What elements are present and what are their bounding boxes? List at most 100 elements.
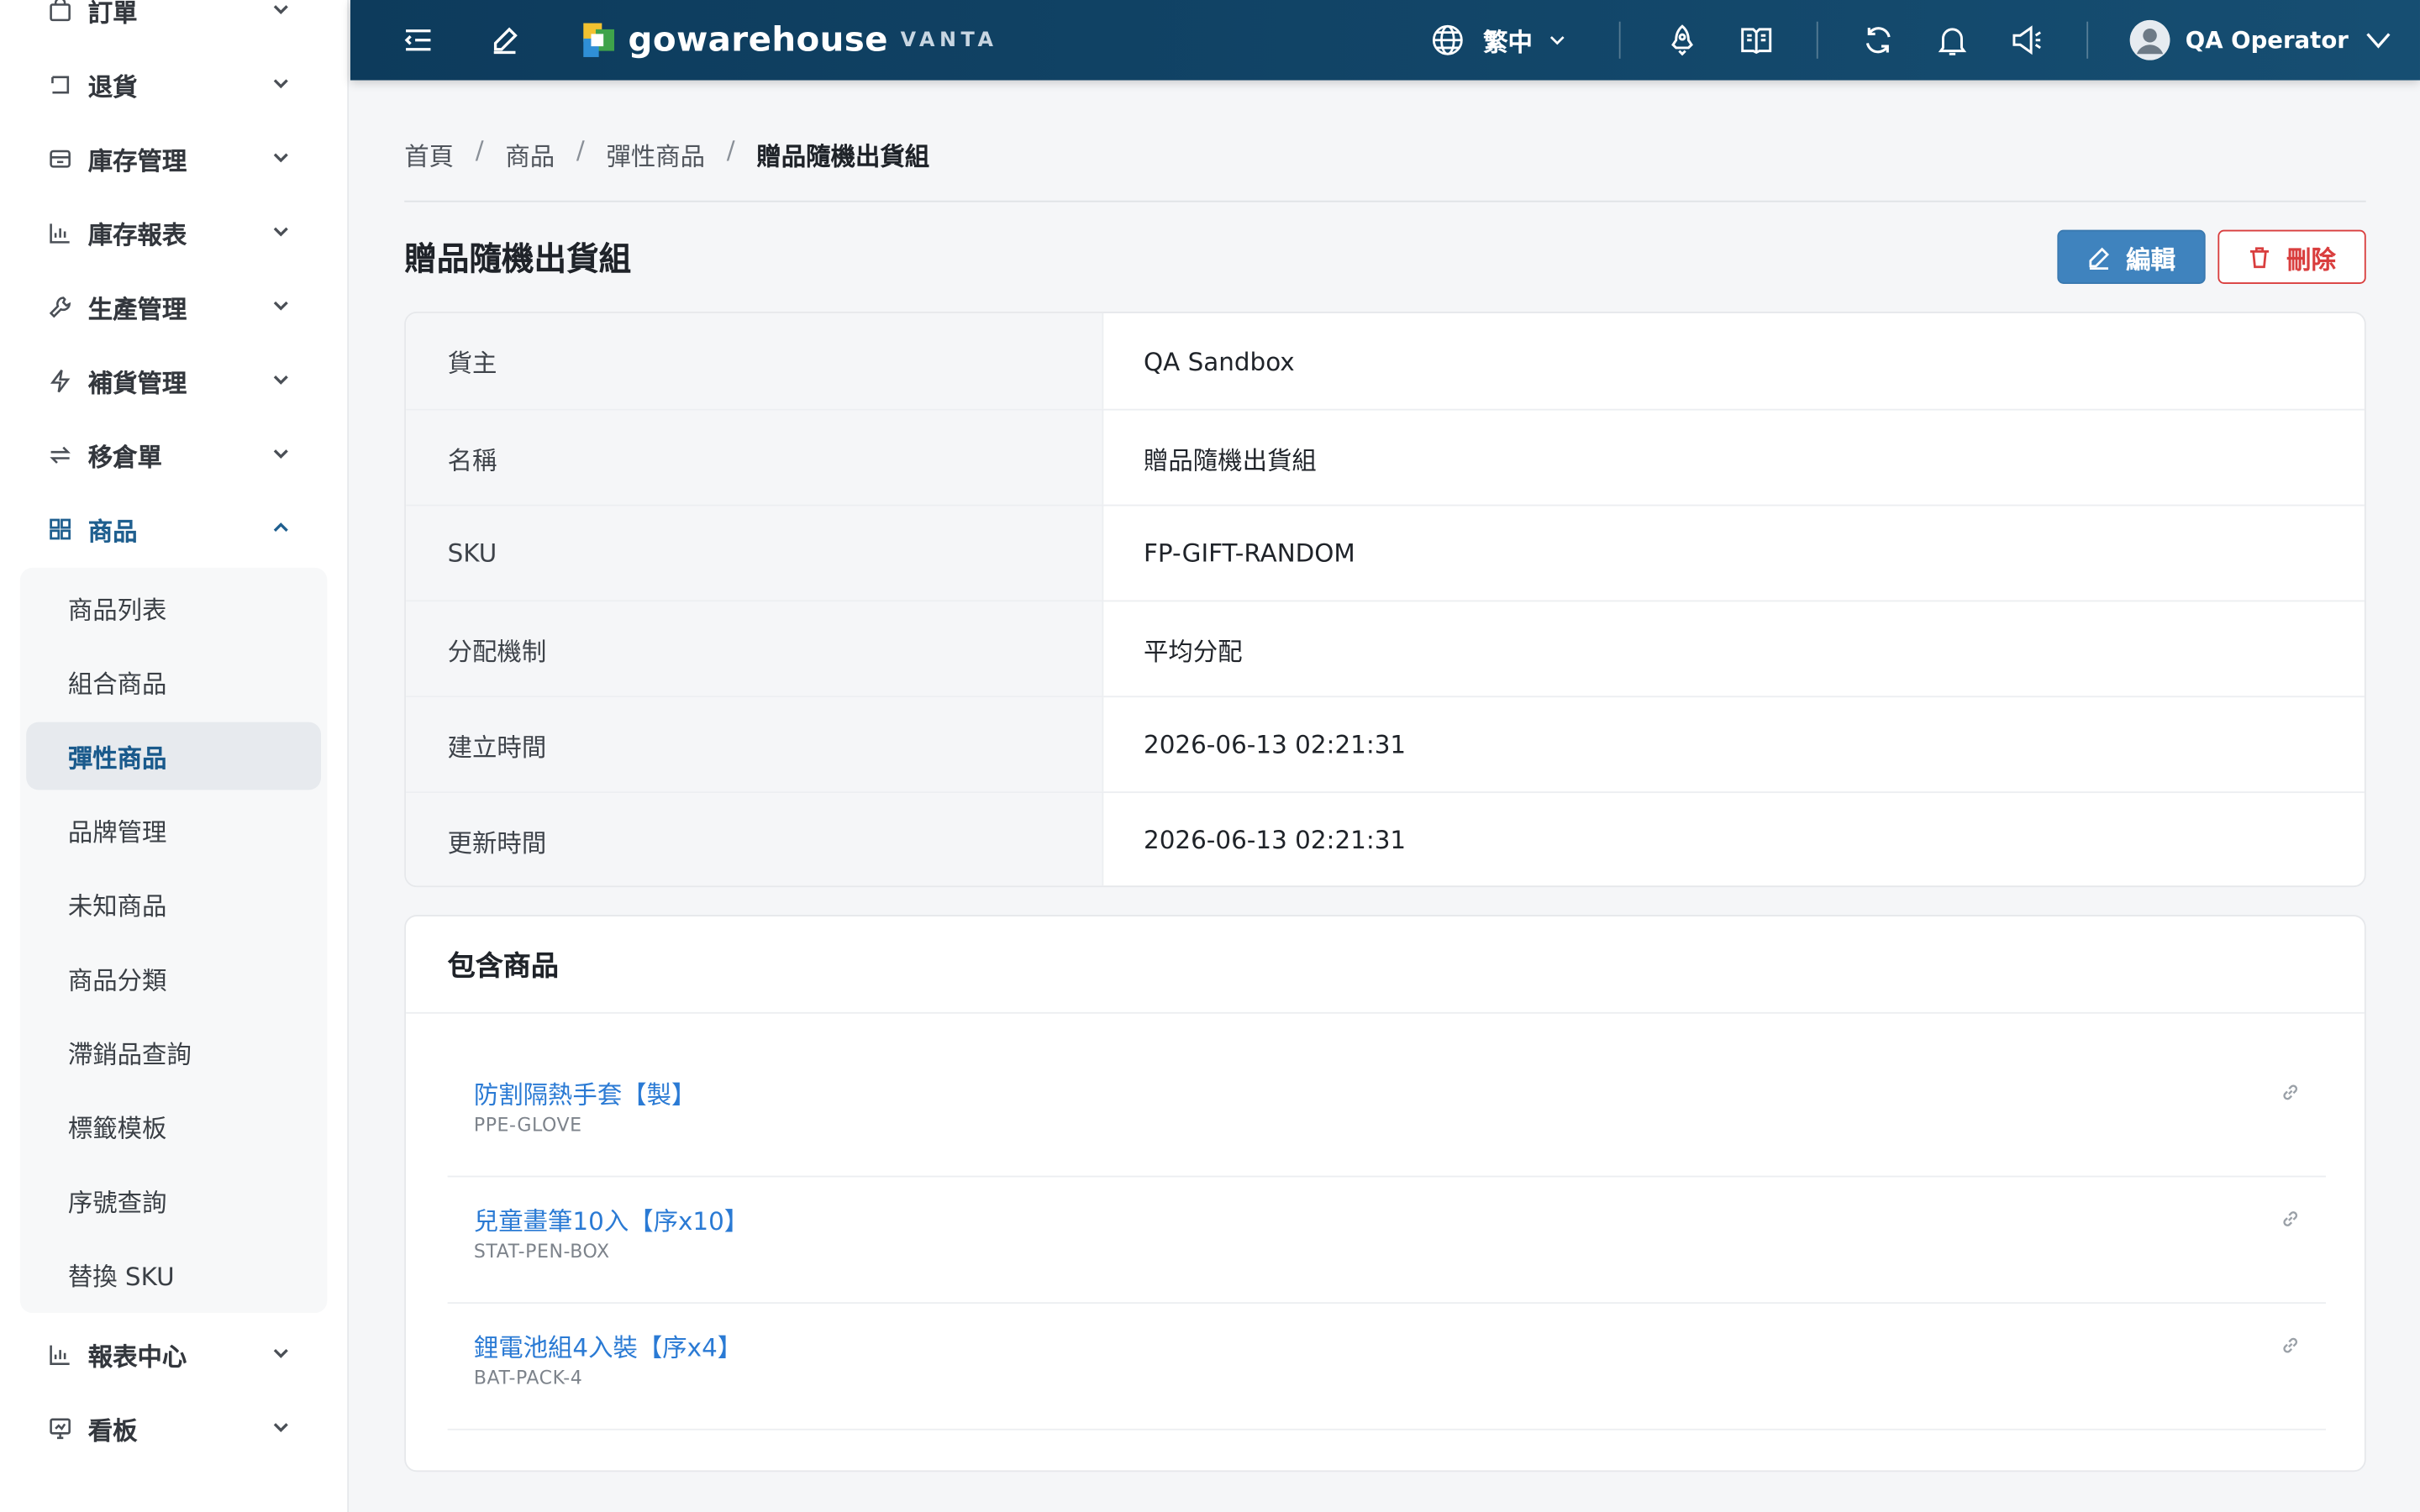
bar-chart-icon [46, 1341, 74, 1368]
breadcrumb-current: 贈品隨機出貨組 [756, 141, 930, 171]
sidebar-item-transfer[interactable]: 移倉單 [46, 424, 301, 486]
sidebar-item-label: 移倉單 [87, 443, 162, 473]
submenu-item-replace-sku[interactable]: 替換 SKU [26, 1241, 321, 1309]
detail-value: 2026-06-13 02:21:31 [1144, 729, 1407, 759]
lightning-icon [46, 367, 74, 395]
return-icon [46, 71, 74, 98]
menu-collapse-icon[interactable] [400, 22, 437, 59]
chevron-down-icon [273, 5, 288, 15]
submenu-item-product-list[interactable]: 商品列表 [26, 574, 321, 642]
included-products-card: 包含商品 防割隔熱手套【製】 PPE-GLOVE 兒童畫筆10入【序x10】 S… [404, 915, 2366, 1473]
sidebar-item-label: 商品 [87, 517, 138, 547]
avatar [2129, 19, 2170, 60]
product-link[interactable]: 兒童畫筆10入【序x10】 [474, 1200, 749, 1237]
list-item: 鋰電池組4入裝【序x4】 BAT-PACK-4 [447, 1304, 2326, 1431]
detail-key: SKU [406, 506, 1104, 601]
detail-row-owner: 貨主 QA Sandbox [406, 312, 2365, 409]
product-link[interactable]: 防割隔熱手套【製】 [474, 1074, 697, 1110]
sidebar-item-label: 看板 [87, 1416, 138, 1446]
submenu-item-label-templates[interactable]: 標籤模板 [26, 1092, 321, 1160]
language-selector[interactable]: 繁中 [1431, 18, 1586, 61]
bar-chart-icon [46, 219, 74, 247]
detail-row-allocation: 分配機制 平均分配 [406, 600, 2365, 696]
sidebar-item-dashboard[interactable]: 看板 [46, 1398, 301, 1459]
breadcrumb-separator: / [475, 135, 484, 165]
sidebar-item-returns[interactable]: 退貨 [46, 54, 301, 115]
breadcrumb-home[interactable]: 首頁 [404, 136, 454, 173]
submenu-item-unknown[interactable]: 未知商品 [26, 870, 321, 938]
sidebar-item-orders[interactable]: 訂單 [46, 0, 301, 42]
chevron-down-icon [1549, 36, 1565, 45]
dashboard-icon [46, 1415, 74, 1442]
chevron-down-icon [273, 79, 288, 89]
link-icon[interactable] [2280, 1082, 2302, 1104]
sidebar-item-inventory-report[interactable]: 庫存報表 [46, 202, 301, 264]
language-label: 繁中 [1483, 28, 1533, 57]
delete-button[interactable]: 刪除 [2217, 229, 2366, 284]
submenu-item-brands[interactable]: 品牌管理 [26, 796, 321, 864]
link-icon[interactable] [2280, 1208, 2302, 1230]
product-sku: STAT-PEN-BOX [473, 1240, 610, 1263]
divider [2086, 21, 2089, 59]
detail-key: 名稱 [406, 410, 1104, 505]
submenu-item-categories[interactable]: 商品分類 [26, 944, 321, 1012]
chevron-down-icon [273, 375, 288, 385]
sidebar-item-label: 報表中心 [87, 1341, 187, 1372]
announcement-icon[interactable] [2008, 22, 2045, 59]
submenu-item-slow-moving[interactable]: 滯銷品查詢 [26, 1018, 321, 1086]
detail-key: 貨主 [406, 312, 1104, 409]
logo-wordmark: gowarehouse [628, 20, 888, 60]
sidebar-item-products[interactable]: 商品 [46, 498, 301, 559]
inventory-box-icon [46, 145, 74, 173]
refresh-icon[interactable] [1860, 22, 1897, 59]
detail-row-created: 建立時間 2026-06-13 02:21:31 [406, 696, 2365, 792]
bag-icon [46, 0, 74, 24]
user-menu[interactable]: QA Operator [2129, 18, 2392, 61]
product-sku: BAT-PACK-4 [473, 1367, 583, 1389]
breadcrumb-flexible-products[interactable]: 彈性商品 [606, 136, 705, 173]
sidebar-item-label: 訂單 [87, 0, 138, 29]
book-icon[interactable] [1738, 22, 1775, 59]
chevron-up-icon [273, 522, 288, 533]
chevron-down-icon [273, 1348, 288, 1358]
app-logo[interactable]: gowarehouse VANTA [581, 18, 997, 61]
detail-table: 貨主 QA Sandbox 名稱 贈品隨機出貨組 SKU FP-GIFT-RAN… [404, 312, 2366, 888]
chevron-down-icon [273, 449, 288, 459]
breadcrumb-separator: / [726, 135, 735, 165]
sidebar-item-label: 生產管理 [87, 294, 187, 324]
detail-value: 贈品隨機出貨組 [1144, 444, 1317, 475]
sidebar: 訂單 退貨 庫存管理 庫存報表 生產管理 補貨管理 移倉單 商品 商品列表 組合… [0, 0, 350, 1512]
detail-value: 平均分配 [1144, 636, 1243, 666]
edit-button[interactable]: 編輯 [2057, 229, 2206, 284]
divider [1618, 21, 1621, 59]
breadcrumb: 首頁 / 商品 / 彈性商品 / 贈品隨機出貨組 [404, 136, 951, 173]
submenu-item-serial-lookup[interactable]: 序號查詢 [26, 1167, 321, 1235]
rocket-icon[interactable] [1664, 22, 1701, 59]
chevron-down-icon [273, 227, 288, 237]
submenu-item-bundle[interactable]: 組合商品 [26, 648, 321, 716]
sidebar-item-label: 補貨管理 [87, 368, 187, 398]
delete-button-label: 刪除 [2286, 244, 2336, 275]
sidebar-item-label: 庫存報表 [87, 220, 187, 250]
sidebar-item-reports[interactable]: 報表中心 [46, 1324, 301, 1385]
detail-row-name: 名稱 贈品隨機出貨組 [406, 408, 2365, 505]
edit-pen-icon[interactable] [487, 22, 523, 59]
sidebar-item-inventory[interactable]: 庫存管理 [46, 128, 301, 189]
chevron-down-icon [273, 301, 288, 311]
globe-icon [1432, 24, 1463, 55]
detail-value: QA Sandbox [1144, 346, 1295, 376]
sidebar-item-production[interactable]: 生產管理 [46, 276, 301, 338]
bell-icon[interactable] [1933, 22, 1970, 59]
breadcrumb-products[interactable]: 商品 [505, 136, 555, 173]
detail-row-sku: SKU FP-GIFT-RANDOM [406, 504, 2365, 601]
sidebar-item-replenish[interactable]: 補貨管理 [46, 350, 301, 412]
product-link[interactable]: 鋰電池組4入裝【序x4】 [474, 1327, 742, 1364]
detail-value: FP-GIFT-RANDOM [1144, 538, 1355, 568]
submenu-item-flexible[interactable]: 彈性商品 [26, 722, 322, 790]
list-item: 兒童畫筆10入【序x10】 STAT-PEN-BOX [447, 1177, 2326, 1305]
sidebar-item-label: 退貨 [87, 72, 138, 102]
product-sku: PPE-GLOVE [473, 1114, 582, 1136]
link-icon[interactable] [2280, 1335, 2302, 1357]
chevron-down-icon [273, 153, 288, 163]
edit-pen-icon [2090, 246, 2110, 270]
